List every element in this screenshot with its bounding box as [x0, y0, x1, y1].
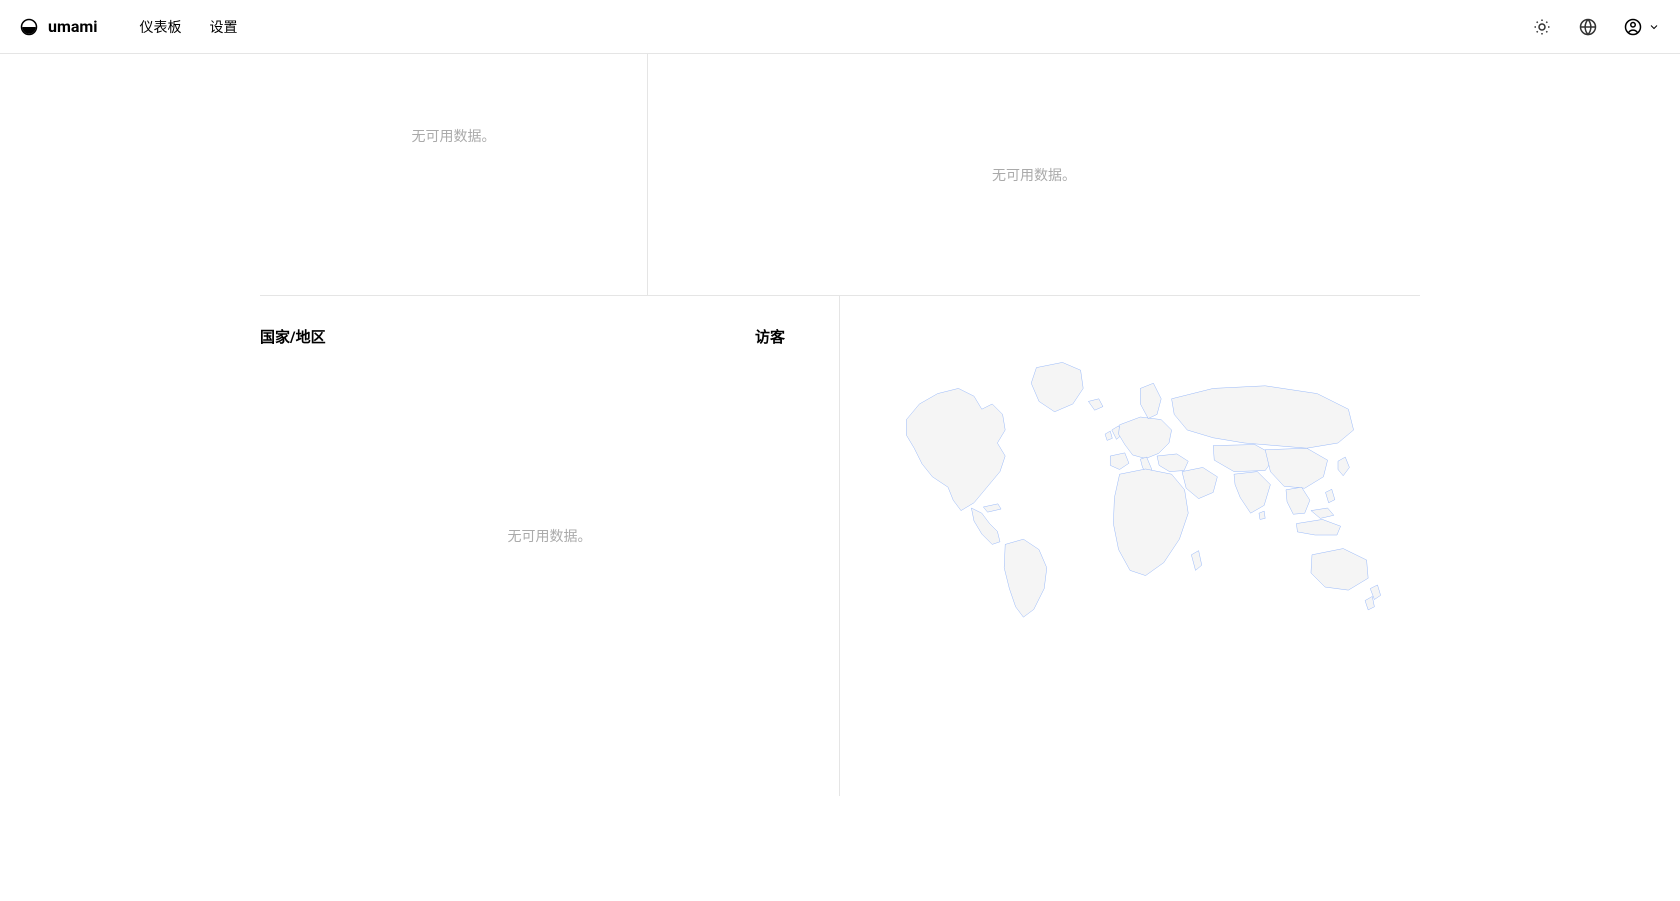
- no-data-message: 无可用数据。: [260, 526, 839, 546]
- world-map[interactable]: [870, 352, 1390, 626]
- nav-settings[interactable]: 设置: [209, 17, 237, 37]
- main-nav: 仪表板 设置: [139, 17, 237, 37]
- main-content: 无可用数据。 无可用数据。 国家/地区 访客 无可用数据。: [260, 54, 1420, 796]
- app-header: umami 仪表板 设置: [0, 0, 1680, 54]
- language-button[interactable]: [1578, 17, 1598, 37]
- user-menu-button[interactable]: [1624, 18, 1660, 36]
- header-left: umami 仪表板 设置: [20, 17, 237, 37]
- theme-toggle-button[interactable]: [1532, 17, 1552, 37]
- countries-title: 国家/地区: [260, 326, 326, 347]
- world-map-panel: [840, 296, 1420, 796]
- bottom-panels-row: 国家/地区 访客 无可用数据。: [260, 296, 1420, 796]
- no-data-message: 无可用数据。: [412, 126, 496, 146]
- brand[interactable]: umami: [20, 17, 97, 36]
- countries-panel-header: 国家/地区 访客: [260, 326, 839, 347]
- nav-dashboard[interactable]: 仪表板: [139, 17, 181, 37]
- no-data-message: 无可用数据。: [992, 165, 1076, 185]
- umami-logo-icon: [20, 18, 38, 36]
- countries-sub: 访客: [755, 326, 785, 347]
- world-map-svg: [870, 352, 1390, 622]
- top-panels-row: 无可用数据。 无可用数据。: [260, 54, 1420, 296]
- top-right-panel: 无可用数据。: [648, 54, 1420, 295]
- sun-icon: [1533, 18, 1551, 36]
- globe-icon: [1579, 18, 1597, 36]
- brand-text: umami: [48, 17, 97, 36]
- user-icon: [1624, 18, 1642, 36]
- header-right: [1532, 17, 1660, 37]
- top-left-panel: 无可用数据。: [260, 54, 648, 295]
- countries-panel: 国家/地区 访客 无可用数据。: [260, 296, 840, 796]
- chevron-down-icon: [1648, 21, 1660, 33]
